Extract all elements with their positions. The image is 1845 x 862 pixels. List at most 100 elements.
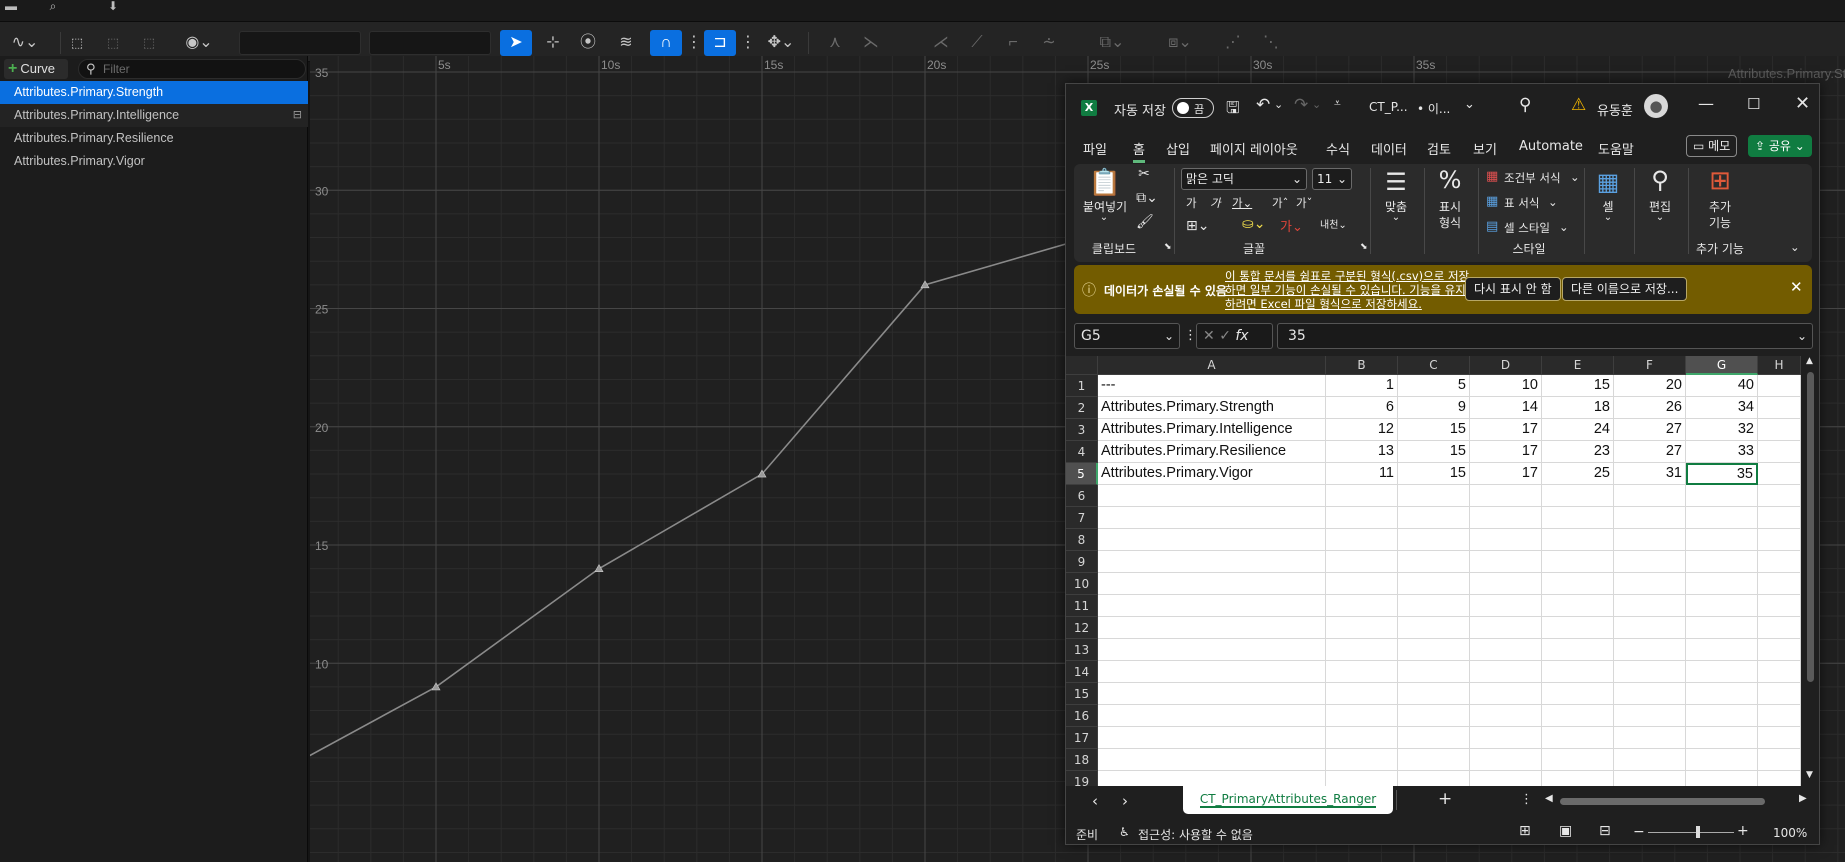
cell[interactable]: 17 [1470,441,1542,463]
cell[interactable] [1326,705,1398,727]
value-snap-icon[interactable]: ⊐ [704,30,736,56]
cell[interactable]: 15 [1542,375,1614,397]
memo-button[interactable]: ▭ 메모 [1686,135,1738,157]
cell[interactable] [1542,617,1614,639]
collapse-ribbon-icon[interactable]: ⌄ [1790,240,1800,254]
font-name-select[interactable]: 맑은 고딕 ⌄ [1181,168,1307,190]
row-header-14[interactable]: 14 [1066,661,1098,683]
select-mode-icon[interactable]: ⬚ [66,30,88,56]
cell[interactable] [1686,529,1758,551]
editing-dropdown-icon[interactable]: ⌄ [1650,212,1670,223]
cell[interactable] [1542,749,1614,771]
cell[interactable] [1614,507,1686,529]
cell[interactable] [1470,551,1542,573]
cell[interactable] [1098,683,1326,705]
prev-sheet-icon[interactable]: ‹ [1092,792,1098,810]
vertical-scrollbar[interactable]: ▲ ▼ [1804,356,1818,786]
phonetic-icon[interactable]: 내천⌄ [1320,216,1347,231]
cell[interactable] [1098,727,1326,749]
cell[interactable]: Attributes.Primary.Resilience [1098,441,1326,463]
cell[interactable]: 32 [1686,419,1758,441]
cell[interactable]: 15 [1398,441,1470,463]
select-all-corner[interactable] [1066,356,1098,375]
cell[interactable] [1686,639,1758,661]
cell[interactable]: 9 [1398,397,1470,419]
cell[interactable] [1398,617,1470,639]
cell[interactable] [1542,507,1614,529]
cell[interactable] [1686,617,1758,639]
row-header-18[interactable]: 18 [1066,749,1098,771]
cell[interactable] [1098,485,1326,507]
add-sheet-icon[interactable]: + [1438,789,1452,809]
column-header-g[interactable]: G [1686,356,1758,375]
cell[interactable] [1758,397,1801,419]
avatar[interactable]: ● [1644,94,1668,118]
cell[interactable]: Attributes.Primary.Vigor [1098,463,1326,485]
row-header-10[interactable]: 10 [1066,573,1098,595]
conditional-format-icon[interactable]: ▦ [1486,169,1498,184]
row-header-1[interactable]: 1 [1066,375,1098,397]
cells-icon[interactable]: ▦ [1588,168,1628,196]
cell[interactable] [1686,595,1758,617]
frame-selection-icon[interactable]: ⦿ [574,30,602,56]
cell[interactable] [1470,639,1542,661]
value-input[interactable] [369,31,491,55]
column-header-f[interactable]: F [1614,356,1686,375]
curve-view-mode-icon[interactable]: ∿⌄ [6,30,44,56]
cell[interactable] [1542,485,1614,507]
cell[interactable]: 27 [1614,441,1686,463]
cell[interactable]: 23 [1542,441,1614,463]
cell[interactable]: 26 [1614,397,1686,419]
cell[interactable] [1758,529,1801,551]
cell[interactable] [1542,551,1614,573]
cell[interactable] [1686,551,1758,573]
column-header-h[interactable]: H [1758,356,1801,375]
warning-icon[interactable]: ⚠ [1571,95,1586,115]
cell[interactable] [1758,507,1801,529]
tangent-auto-icon[interactable]: ⋏ [822,30,848,56]
cell[interactable] [1614,661,1686,683]
tangent-linear-icon[interactable]: ⟋ [964,30,990,56]
cell[interactable]: 40 [1686,375,1758,397]
file-status[interactable]: • 이... [1417,100,1450,117]
undo-dropdown-icon[interactable]: ⌄ [1274,98,1283,111]
cell[interactable] [1098,507,1326,529]
cell[interactable]: 14 [1470,397,1542,419]
row-header-16[interactable]: 16 [1066,705,1098,727]
user-name[interactable]: 유동훈 [1597,100,1633,119]
cell[interactable] [1686,771,1758,786]
share-button[interactable]: ⇪ 공유 ⌄ [1748,135,1812,157]
save-as-button[interactable]: 다른 이름으로 저장... [1562,277,1688,301]
tab-data[interactable]: 데이터 [1371,139,1407,158]
cell[interactable] [1758,727,1801,749]
cell[interactable] [1326,683,1398,705]
underline-icon[interactable]: 가⌄ [1232,195,1252,211]
cell[interactable] [1398,661,1470,683]
scroll-up-icon[interactable]: ▲ [1806,356,1813,366]
cell[interactable] [1326,529,1398,551]
select-tool-icon[interactable]: ➤ [500,30,532,56]
font-size-select[interactable]: 11 ⌄ [1312,168,1352,190]
tab-home[interactable]: 홈 [1133,139,1145,163]
retime-icon[interactable]: ⬚ [102,30,124,56]
name-box[interactable]: G5 ⌄ [1074,323,1180,349]
cut-icon[interactable]: ✂ [1136,166,1152,182]
cell[interactable] [1614,727,1686,749]
view-options-icon[interactable]: ◉⌄ [180,30,218,56]
bold-icon[interactable]: 가 [1186,195,1197,211]
row-header-3[interactable]: 3 [1066,419,1098,441]
save-icon[interactable]: ▬ [2,0,20,14]
align-dropdown-icon[interactable]: ⌄ [1386,212,1406,223]
cell[interactable] [1758,551,1801,573]
cell[interactable] [1326,749,1398,771]
cell[interactable] [1098,771,1326,786]
cell[interactable] [1614,617,1686,639]
enter-icon[interactable]: ✓ [1219,328,1235,344]
scroll-left-icon[interactable]: ◀ [1545,793,1553,804]
cell[interactable] [1542,661,1614,683]
cell[interactable] [1326,551,1398,573]
curve-filter-input[interactable]: ⚲ Filter [78,59,306,79]
cell[interactable] [1686,507,1758,529]
insert-function-icon[interactable]: fx [1235,328,1248,344]
cell[interactable] [1758,749,1801,771]
